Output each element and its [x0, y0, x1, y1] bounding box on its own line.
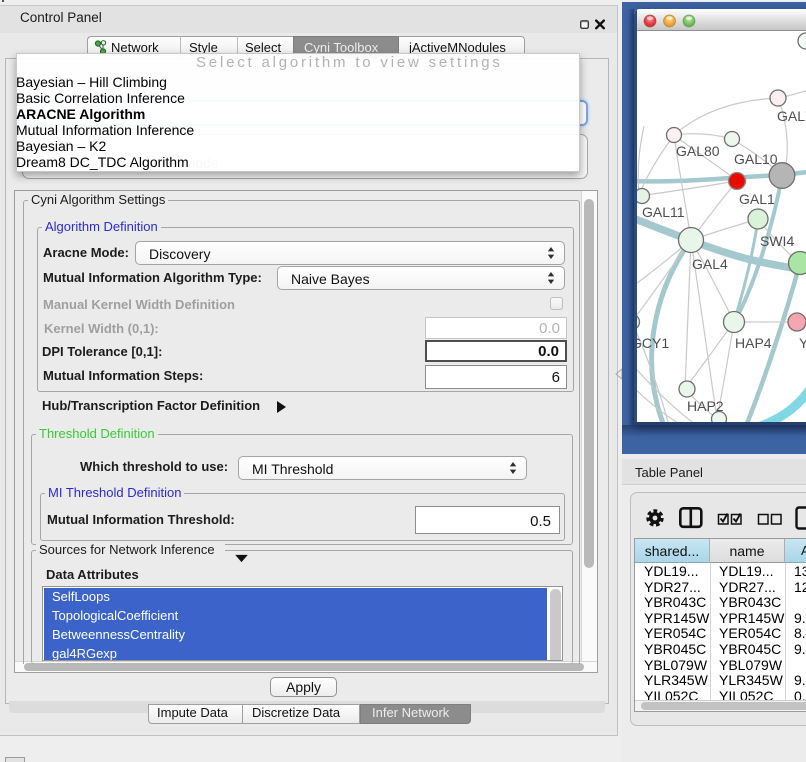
- svg-text:YD: YD: [799, 335, 806, 351]
- svg-text:GAL80: GAL80: [676, 143, 720, 159]
- svg-text:GAL10: GAL10: [734, 151, 778, 167]
- svg-text:GAL1: GAL1: [739, 191, 775, 207]
- svg-text:GCY1: GCY1: [636, 335, 669, 351]
- svg-text:GAL7: GAL7: [777, 108, 806, 124]
- svg-text:GAL11: GAL11: [642, 204, 685, 220]
- svg-text:HAP2: HAP2: [687, 398, 724, 414]
- svg-text:GAL4: GAL4: [692, 256, 728, 272]
- svg-text:SWI4: SWI4: [760, 233, 794, 249]
- svg-text:HAP4: HAP4: [735, 335, 772, 351]
